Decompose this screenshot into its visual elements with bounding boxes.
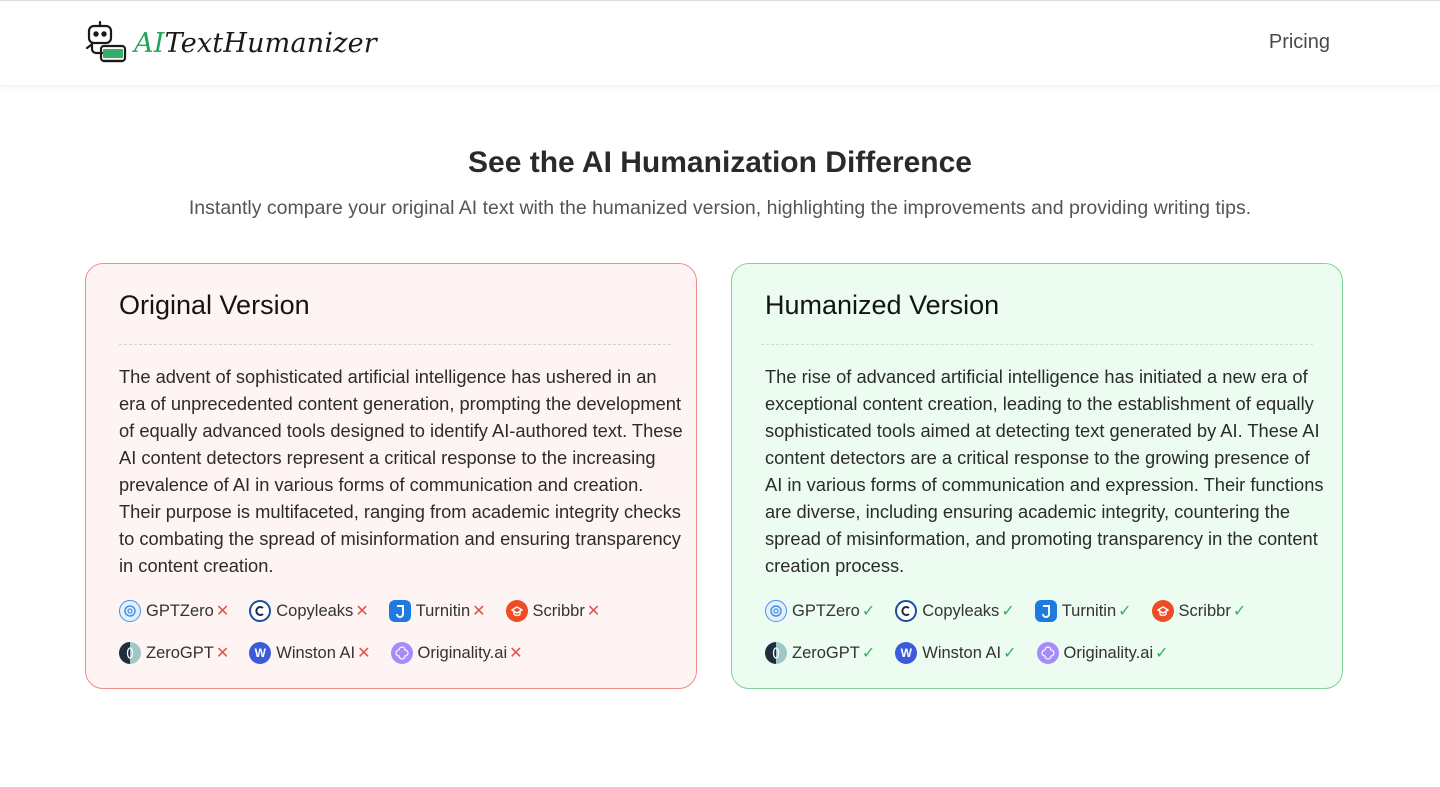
gptzero-icon <box>119 600 141 622</box>
originality-icon <box>1036 642 1059 664</box>
detector-gptzero: GPTZero ✕ <box>119 599 229 623</box>
fail-x-icon: ✕ <box>509 645 523 662</box>
zerogpt-icon <box>765 642 787 664</box>
detector-zerogpt: ZeroGPT ✕ <box>119 641 229 665</box>
detector-name: GPTZero <box>792 601 860 620</box>
detector-name: Turnitin <box>415 601 471 620</box>
gptzero-icon <box>765 600 787 622</box>
pass-check-icon: ✓ <box>1155 645 1169 662</box>
winston-icon: W <box>895 642 918 664</box>
detector-name: Turnitin <box>1061 601 1117 620</box>
turnitin-icon <box>388 600 411 622</box>
originality-icon <box>390 642 413 664</box>
humanized-card-title: Humanized Version <box>765 290 1000 320</box>
fail-x-icon: ✕ <box>357 645 371 662</box>
pass-check-icon: ✓ <box>861 603 876 620</box>
original-card-title: Original Version <box>119 290 310 320</box>
fail-x-icon: ✕ <box>215 645 230 662</box>
logo-wordmark: AITextHumanizer <box>134 28 377 59</box>
detector-scribbr: Scribbr ✕ <box>505 599 601 623</box>
fail-x-icon: ✕ <box>355 603 369 620</box>
detector-name: Winston AI <box>276 643 356 662</box>
detector-name: GPTZero <box>146 601 214 620</box>
scribbr-icon <box>1151 600 1174 622</box>
humanized-version-card: Humanized Version The rise of advanced a… <box>731 263 1343 689</box>
detector-name: Copyleaks <box>922 601 1000 620</box>
detector-originality-ai: Originality.ai ✓ <box>1036 641 1169 665</box>
zerogpt-icon <box>119 642 141 664</box>
detector-turnitin: Turnitin ✕ <box>388 599 486 623</box>
detector-originality-ai: Originality.ai ✕ <box>390 641 523 665</box>
original-detector-results: GPTZero ✕ Copyleaks ✕ Turnitin ✕ Scribbr… <box>119 599 679 665</box>
fail-x-icon: ✕ <box>215 603 230 620</box>
detector-scribbr: Scribbr ✓ <box>1151 599 1247 623</box>
pass-check-icon: ✓ <box>1118 603 1132 620</box>
original-version-card: Original Version The advent of sophistic… <box>85 263 697 689</box>
humanized-detector-results: GPTZero ✓ Copyleaks ✓ Turnitin ✓ Scribbr… <box>765 599 1325 665</box>
detector-name: ZeroGPT <box>146 643 214 662</box>
detector-zerogpt: ZeroGPT ✓ <box>765 641 875 665</box>
fail-x-icon: ✕ <box>586 603 601 620</box>
detector-copyleaks: Copyleaks ✓ <box>895 599 1015 623</box>
winston-icon: W <box>249 642 272 664</box>
original-card-text: The advent of sophisticated artificial i… <box>119 366 683 576</box>
pass-check-icon: ✓ <box>1003 645 1017 662</box>
pass-check-icon: ✓ <box>861 645 876 662</box>
detector-name: Scribbr <box>532 601 585 620</box>
original-card-divider <box>119 344 671 345</box>
detector-name: Originality.ai <box>1063 643 1154 662</box>
humanized-card-divider <box>761 344 1313 345</box>
fail-x-icon: ✕ <box>472 603 486 620</box>
detector-name: Winston AI <box>922 643 1002 662</box>
pass-check-icon: ✓ <box>1232 603 1247 620</box>
detector-gptzero: GPTZero ✓ <box>765 599 875 623</box>
site-logo[interactable]: AITextHumanizer <box>84 20 377 66</box>
copyleaks-icon <box>895 600 918 622</box>
detector-turnitin: Turnitin ✓ <box>1034 599 1132 623</box>
detector-name: Originality.ai <box>417 643 508 662</box>
detector-winston-ai: W Winston AI ✕ <box>249 641 371 665</box>
turnitin-icon <box>1034 600 1057 622</box>
logo-wordmark-rest: TextHumanizer <box>164 27 377 59</box>
robot-logo-icon <box>85 20 127 63</box>
top-navbar: AITextHumanizer Pricing <box>0 0 1440 85</box>
page-title: See the AI Humanization Difference <box>468 146 972 179</box>
detector-winston-ai: W Winston AI ✓ <box>895 641 1017 665</box>
detector-copyleaks: Copyleaks ✕ <box>249 599 369 623</box>
humanized-card-text: The rise of advanced artificial intellig… <box>765 366 1324 576</box>
page-subtitle: Instantly compare your original AI text … <box>188 197 1252 219</box>
detector-name: Scribbr <box>1178 601 1231 620</box>
scribbr-icon <box>505 600 528 622</box>
copyleaks-icon <box>249 600 272 622</box>
detector-name: ZeroGPT <box>792 643 860 662</box>
pass-check-icon: ✓ <box>1001 603 1015 620</box>
logo-wordmark-ai: AI <box>134 27 165 59</box>
detector-name: Copyleaks <box>276 601 354 620</box>
nav-pricing-link[interactable]: Pricing <box>1269 31 1330 54</box>
